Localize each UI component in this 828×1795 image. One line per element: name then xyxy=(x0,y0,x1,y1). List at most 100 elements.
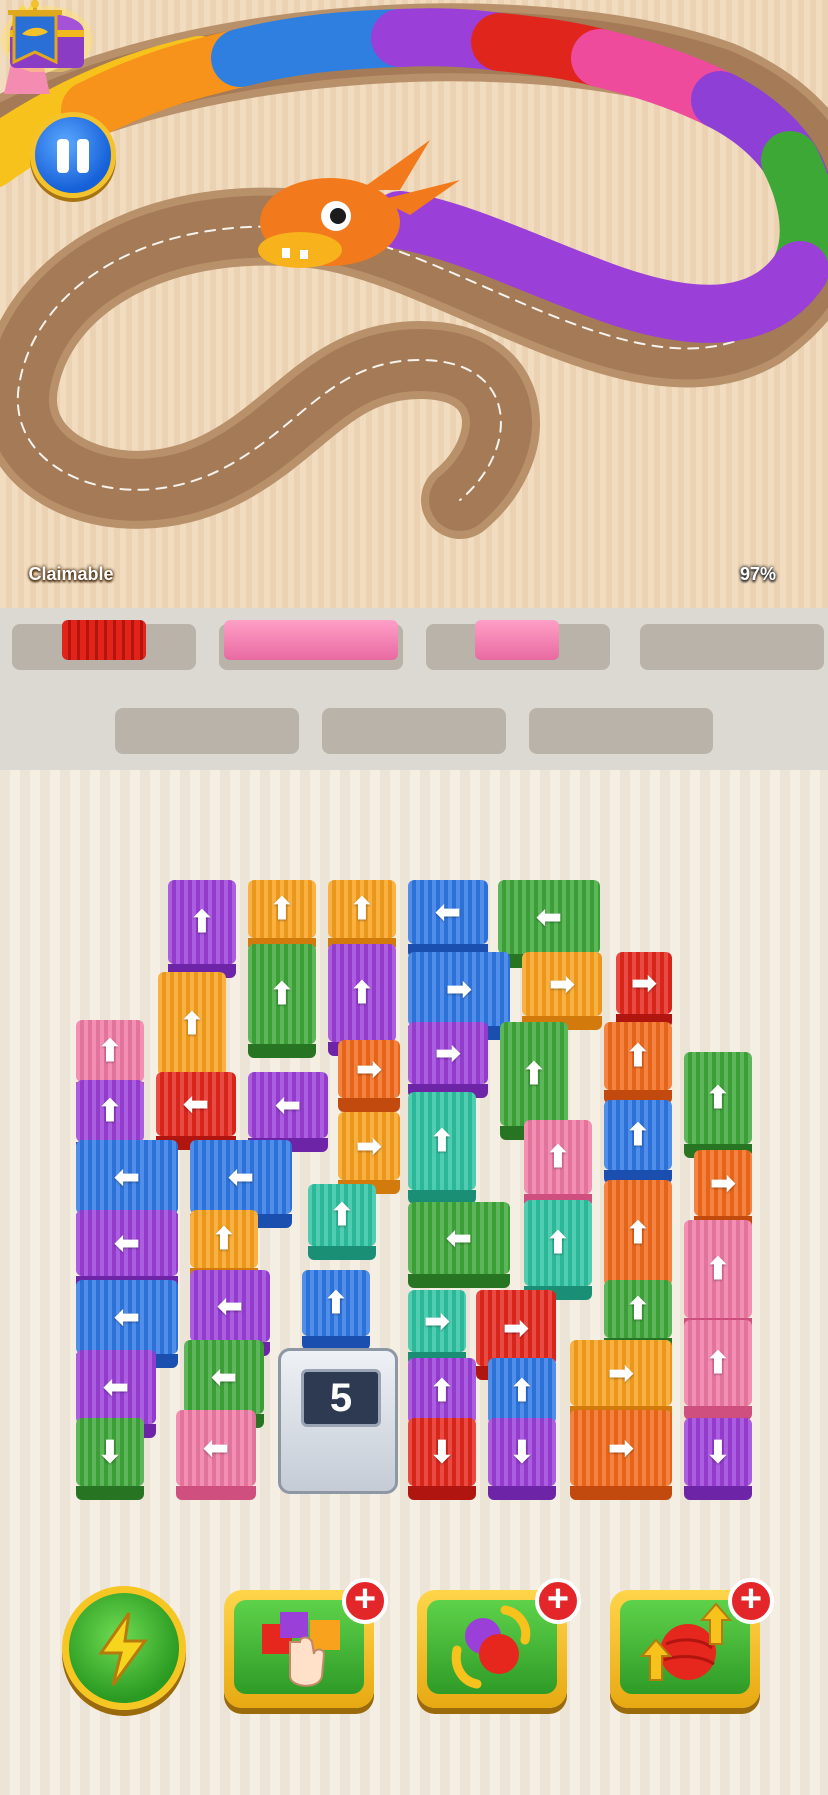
green-arrow-tile[interactable]: ⬅ xyxy=(408,1202,510,1288)
red-arrow-tile[interactable]: ➡ xyxy=(616,952,672,1028)
arrow-left-icon: ⬅ xyxy=(446,1221,472,1255)
green-arrow-tile[interactable]: ⬆ xyxy=(684,1052,752,1158)
arrow-up-icon: ⬆ xyxy=(97,1034,123,1068)
orange-arrow-tile[interactable]: ➡ xyxy=(338,1112,400,1194)
spool-slot[interactable] xyxy=(322,708,506,754)
pink-arrow-tile[interactable]: ⬆ xyxy=(684,1220,752,1332)
teal-arrow-tile[interactable]: ⬆ xyxy=(524,1200,592,1300)
arrow-right-icon: ➡ xyxy=(608,1431,634,1465)
arrow-up-icon: ⬆ xyxy=(705,1252,731,1286)
arrow-up-icon: ⬆ xyxy=(349,976,375,1010)
pink-arrow-tile[interactable]: ⬆ xyxy=(524,1120,592,1208)
arrow-up-icon: ⬆ xyxy=(705,1081,731,1115)
arrow-right-icon: ➡ xyxy=(503,1311,529,1345)
add-booster-icon[interactable]: + xyxy=(728,1578,774,1624)
arrow-left-icon: ⬅ xyxy=(275,1088,301,1122)
purple-arrow-tile[interactable]: ➡ xyxy=(408,1022,488,1098)
blue-arrow-tile[interactable]: ⬆ xyxy=(604,1100,672,1184)
pink-arrow-tile[interactable]: ⬆ xyxy=(684,1320,752,1420)
red-spool[interactable] xyxy=(62,620,146,660)
arrow-up-icon: ⬆ xyxy=(625,1039,651,1073)
red-arrow-tile[interactable]: ⬅ xyxy=(156,1072,236,1150)
arrow-left-icon: ⬅ xyxy=(114,1300,140,1334)
arrow-up-icon: ⬆ xyxy=(521,1057,547,1091)
arrow-up-icon: ⬆ xyxy=(269,977,295,1011)
arrow-left-icon: ⬅ xyxy=(114,1226,140,1260)
arrow-up-icon: ⬆ xyxy=(545,1226,571,1260)
arrow-up-icon: ⬆ xyxy=(625,1118,651,1152)
game-scene: Claimable 97% xyxy=(0,0,828,608)
arrow-up-icon: ⬆ xyxy=(97,1094,123,1128)
arrow-right-icon: ➡ xyxy=(608,1356,634,1390)
add-booster-icon[interactable]: + xyxy=(342,1578,388,1624)
teal-arrow-tile[interactable]: ➡ xyxy=(408,1290,466,1366)
arrow-up-icon: ⬆ xyxy=(329,1198,355,1232)
spool-slot[interactable] xyxy=(640,624,824,670)
select-tile-booster-button[interactable]: + xyxy=(224,1578,388,1708)
spool-slot[interactable] xyxy=(529,708,713,754)
arrow-up-icon: ⬆ xyxy=(211,1222,237,1256)
deeporange-arrow-tile[interactable]: ➡ xyxy=(694,1150,752,1230)
chest-status-label: Claimable xyxy=(28,564,114,584)
purple-arrow-tile[interactable]: ⬇ xyxy=(684,1418,752,1500)
upgrade-yarn-booster-button[interactable]: + xyxy=(610,1578,774,1708)
arrow-down-icon: ⬇ xyxy=(705,1435,731,1469)
orange-arrow-tile[interactable]: ➡ xyxy=(570,1340,672,1420)
arrow-down-icon: ⬇ xyxy=(509,1435,535,1469)
red-arrow-tile[interactable]: ⬇ xyxy=(408,1418,476,1500)
deeporange-arrow-tile[interactable]: ➡ xyxy=(570,1410,672,1500)
arrow-down-icon: ⬇ xyxy=(97,1435,123,1469)
arrow-right-icon: ➡ xyxy=(446,972,472,1006)
arrow-left-icon: ⬅ xyxy=(536,900,562,934)
purple-arrow-tile[interactable]: ⬆ xyxy=(168,880,236,978)
lightning-booster-button[interactable] xyxy=(62,1586,186,1710)
arrow-up-icon: ⬆ xyxy=(349,892,375,926)
arrow-up-icon: ⬆ xyxy=(705,1346,731,1380)
arrow-right-icon: ➡ xyxy=(356,1052,382,1086)
pink-spool[interactable] xyxy=(224,620,398,660)
pink-spool-small[interactable] xyxy=(475,620,559,660)
arrow-left-icon: ⬅ xyxy=(211,1360,237,1394)
arrow-up-icon: ⬆ xyxy=(179,1007,205,1041)
purple-arrow-tile[interactable]: ⬅ xyxy=(76,1210,178,1290)
spool-shelf xyxy=(0,608,828,770)
orange-arrow-tile[interactable]: ➡ xyxy=(522,952,602,1030)
green-arrow-tile[interactable]: ⬇ xyxy=(76,1418,144,1500)
pause-button[interactable] xyxy=(30,112,116,198)
deeporange-arrow-tile[interactable]: ⬆ xyxy=(604,1022,672,1104)
arrow-up-icon: ⬆ xyxy=(545,1140,571,1174)
arrow-right-icon: ➡ xyxy=(549,967,575,1001)
arrow-up-icon: ⬆ xyxy=(429,1374,455,1408)
green-arrow-tile[interactable]: ⬆ xyxy=(248,944,316,1058)
dragon-banner-icon[interactable] xyxy=(0,0,70,70)
blue-arrow-tile[interactable]: ⬆ xyxy=(302,1270,370,1350)
level-progress-percent: 97% xyxy=(739,564,777,584)
spool-slot[interactable] xyxy=(115,708,299,754)
arrow-right-icon: ➡ xyxy=(710,1166,736,1200)
arrow-up-icon: ⬆ xyxy=(269,892,295,926)
arrow-down-icon: ⬇ xyxy=(429,1435,455,1469)
swap-yarn-booster-button[interactable]: + xyxy=(417,1578,581,1708)
purple-arrow-tile[interactable]: ⬇ xyxy=(488,1418,556,1500)
arrow-right-icon: ➡ xyxy=(631,966,657,1000)
arrow-left-icon: ⬅ xyxy=(103,1370,129,1404)
teal-arrow-tile[interactable]: ⬆ xyxy=(308,1184,376,1260)
arrow-right-icon: ➡ xyxy=(356,1129,382,1163)
orange-arrow-tile[interactable]: ⬆ xyxy=(328,880,396,952)
arrow-left-icon: ⬅ xyxy=(203,1431,229,1465)
counter-value: 5 xyxy=(301,1369,381,1427)
arrow-left-icon: ⬅ xyxy=(114,1160,140,1194)
orange-arrow-tile[interactable]: ⬆ xyxy=(248,880,316,952)
pink-arrow-tile[interactable]: ⬅ xyxy=(176,1410,256,1500)
snake-track xyxy=(0,3,828,539)
teal-arrow-tile[interactable]: ⬆ xyxy=(408,1092,476,1204)
deeporange-arrow-tile[interactable]: ➡ xyxy=(338,1040,400,1112)
arrow-up-icon: ⬆ xyxy=(625,1292,651,1326)
add-booster-icon[interactable]: + xyxy=(535,1578,581,1624)
tile-stack-counter[interactable]: 5 xyxy=(278,1348,398,1494)
blue-arrow-tile[interactable]: ⬅ xyxy=(408,880,488,958)
lightning-bolt-icon xyxy=(98,1612,148,1686)
arrow-left-icon: ⬅ xyxy=(228,1160,254,1194)
arrow-left-icon: ⬅ xyxy=(435,895,461,929)
arrow-up-icon: ⬆ xyxy=(429,1124,455,1158)
